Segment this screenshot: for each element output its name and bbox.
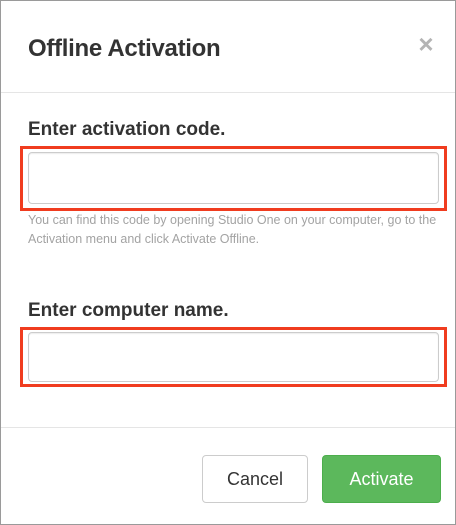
offline-activation-dialog: Offline Activation × Enter activation co… [0, 0, 456, 525]
cancel-button[interactable]: Cancel [202, 455, 308, 503]
activation-code-help-text: You can find this code by opening Studio… [28, 213, 437, 246]
dialog-title: Offline Activation [28, 35, 221, 62]
close-icon[interactable]: × [415, 31, 437, 57]
activation-code-input[interactable] [28, 152, 439, 204]
computer-name-label: Enter computer name. [28, 300, 229, 321]
activate-button[interactable]: Activate [322, 455, 441, 503]
dialog-body: Enter activation code. You can find this… [1, 94, 455, 427]
activation-code-label: Enter activation code. [28, 119, 226, 140]
dialog-header: Offline Activation × [1, 1, 455, 93]
computer-name-input[interactable] [28, 332, 439, 382]
dialog-footer: Cancel Activate [1, 427, 455, 524]
